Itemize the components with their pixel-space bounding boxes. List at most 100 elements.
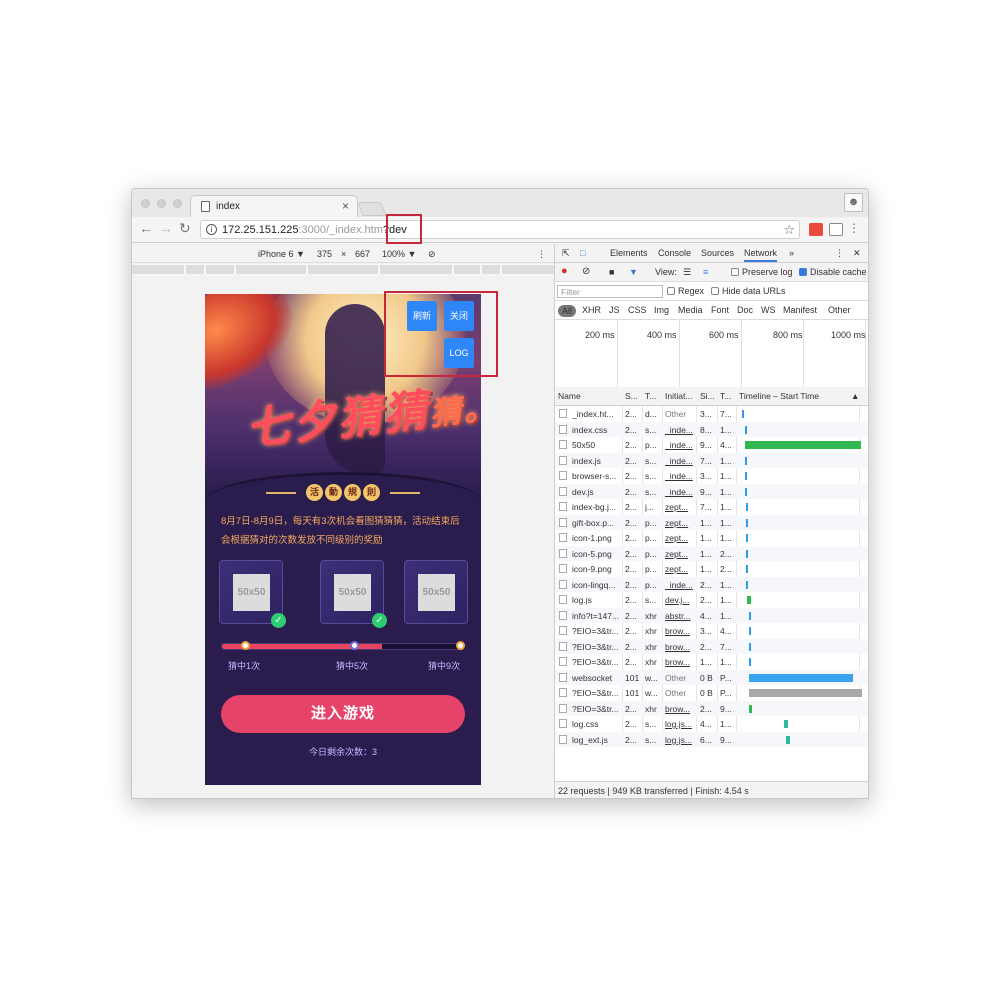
- tab-console[interactable]: Console: [658, 248, 691, 258]
- filter-type-all[interactable]: All: [558, 305, 577, 317]
- request-initiator[interactable]: _inde...: [665, 440, 695, 450]
- table-row[interactable]: icon-1.png 2... p... zept... 1... 1...: [555, 530, 868, 546]
- column-name[interactable]: Name: [558, 391, 581, 401]
- request-name[interactable]: icon-5.png: [572, 549, 622, 559]
- clear-icon[interactable]: ⊘: [582, 266, 590, 277]
- column-type[interactable]: T...: [645, 391, 656, 401]
- list-view-icon[interactable]: ☰: [683, 267, 691, 278]
- request-initiator[interactable]: brow...: [665, 657, 695, 667]
- tab-close-icon[interactable]: ×: [342, 199, 349, 213]
- devtools-close-icon[interactable]: ✕: [853, 248, 861, 259]
- tab-elements[interactable]: Elements: [610, 248, 648, 258]
- zoom-select[interactable]: 100% ▼: [382, 249, 416, 259]
- filter-type-ws[interactable]: WS: [761, 305, 776, 315]
- request-initiator[interactable]: brow...: [665, 626, 695, 636]
- table-row[interactable]: icon-lingq... 2... p... _inde... 2... 1...: [555, 576, 868, 592]
- request-name[interactable]: ?EIO=3&tr...: [572, 657, 622, 667]
- request-name[interactable]: ?EIO=3&tr...: [572, 642, 622, 652]
- filter-type-css[interactable]: CSS: [628, 305, 647, 315]
- filter-icon[interactable]: ▼: [629, 267, 638, 277]
- request-name[interactable]: index-bg.j...: [572, 502, 622, 512]
- request-name[interactable]: icon-9.png: [572, 564, 622, 574]
- request-name[interactable]: _index.ht...: [572, 409, 622, 419]
- table-row[interactable]: info?t=147... 2... xhr abstr... 4... 1...: [555, 607, 868, 623]
- device-toggle-icon[interactable]: □: [580, 248, 585, 258]
- rotate-icon[interactable]: ⊘: [428, 249, 436, 260]
- prize-card-3[interactable]: 50x50: [404, 560, 468, 624]
- bookmark-star-icon[interactable]: ☆: [783, 222, 795, 238]
- filter-type-manifest[interactable]: Manifest: [783, 305, 817, 315]
- request-name[interactable]: ?EIO=3&tr...: [572, 626, 622, 636]
- close-window-icon[interactable]: [141, 199, 150, 208]
- table-row[interactable]: ?EIO=3&tr... 101 w... Other 0 B P...: [555, 685, 868, 701]
- filter-type-font[interactable]: Font: [711, 305, 729, 315]
- request-name[interactable]: log_ext.js: [572, 735, 622, 745]
- qr-code-icon[interactable]: [829, 223, 843, 236]
- filter-type-js[interactable]: JS: [609, 305, 620, 315]
- back-icon[interactable]: ←: [139, 220, 153, 236]
- table-row[interactable]: websocket 101 w... Other 0 B P...: [555, 669, 868, 685]
- request-initiator[interactable]: log.js...: [665, 735, 695, 745]
- filter-type-doc[interactable]: Doc: [737, 305, 753, 315]
- request-initiator[interactable]: _inde...: [665, 580, 695, 590]
- request-name[interactable]: 50x50: [572, 440, 622, 450]
- filter-type-media[interactable]: Media: [678, 305, 703, 315]
- filter-type-other[interactable]: Other: [828, 305, 851, 315]
- inspect-icon[interactable]: ⇱: [562, 248, 570, 259]
- minimize-window-icon[interactable]: [157, 199, 166, 208]
- tab-index[interactable]: index ×: [190, 195, 358, 218]
- request-initiator[interactable]: brow...: [665, 642, 695, 652]
- disable-cache-checkbox[interactable]: Disable cache: [799, 267, 867, 277]
- zoom-window-icon[interactable]: [173, 199, 182, 208]
- tab-more[interactable]: »: [789, 248, 794, 258]
- request-initiator[interactable]: _inde...: [665, 471, 695, 481]
- table-row[interactable]: icon-9.png 2... p... zept... 1... 2...: [555, 561, 868, 577]
- table-row[interactable]: ?EIO=3&tr... 2... xhr brow... 1... 1...: [555, 654, 868, 670]
- device-height[interactable]: 667: [355, 249, 370, 259]
- request-initiator[interactable]: dev.j...: [665, 595, 695, 605]
- request-name[interactable]: info?t=147...: [572, 611, 622, 621]
- tab-sources[interactable]: Sources: [701, 248, 734, 258]
- request-name[interactable]: icon-lingq...: [572, 580, 622, 590]
- request-initiator[interactable]: _inde...: [665, 425, 695, 435]
- devtools-menu-icon[interactable]: ⋮: [835, 248, 844, 259]
- request-initiator[interactable]: _inde...: [665, 456, 695, 466]
- request-name[interactable]: icon-1.png: [572, 533, 622, 543]
- sort-ascending-icon[interactable]: ▲: [851, 391, 859, 401]
- table-row[interactable]: index.css 2... s... _inde... 8... 1...: [555, 421, 868, 437]
- request-initiator[interactable]: zept...: [665, 549, 695, 559]
- request-name[interactable]: dev.js: [572, 487, 622, 497]
- extension-icon[interactable]: [809, 223, 823, 236]
- table-row[interactable]: gift-box.p... 2... p... zept... 1... 1...: [555, 514, 868, 530]
- request-name[interactable]: log.css: [572, 719, 622, 729]
- table-row[interactable]: ?EIO=3&tr... 2... xhr brow... 3... 4...: [555, 623, 868, 639]
- table-row[interactable]: _index.ht... 2... d... Other 3... 7...: [555, 406, 868, 422]
- table-row[interactable]: ?EIO=3&tr... 2... xhr brow... 2... 9...: [555, 700, 868, 716]
- request-name[interactable]: browser-s...: [572, 471, 622, 481]
- table-row[interactable]: 50x50 2... p... _inde... 9... 4...: [555, 437, 868, 453]
- regex-checkbox[interactable]: Regex: [667, 286, 704, 296]
- request-name[interactable]: index.js: [572, 456, 622, 466]
- device-width[interactable]: 375: [317, 249, 332, 259]
- device-menu-icon[interactable]: ⋮: [537, 249, 546, 260]
- table-row[interactable]: log_ext.js 2... s... log.js... 6... 9...: [555, 731, 868, 747]
- waterfall-view-icon[interactable]: ≡: [703, 267, 708, 277]
- table-row[interactable]: index-bg.j... 2... j... zept... 7... 1...: [555, 499, 868, 515]
- hide-data-urls-checkbox[interactable]: Hide data URLs: [711, 286, 786, 296]
- request-initiator[interactable]: zept...: [665, 533, 695, 543]
- request-name[interactable]: websocket: [572, 673, 622, 683]
- request-initiator[interactable]: zept...: [665, 564, 695, 574]
- table-row[interactable]: ?EIO=3&tr... 2... xhr brow... 2... 7...: [555, 638, 868, 654]
- filter-type-img[interactable]: Img: [654, 305, 669, 315]
- request-name[interactable]: log.js: [572, 595, 622, 605]
- request-initiator[interactable]: zept...: [665, 518, 695, 528]
- request-initiator[interactable]: brow...: [665, 704, 695, 714]
- table-row[interactable]: browser-s... 2... s... _inde... 3... 1...: [555, 468, 868, 484]
- filter-input[interactable]: Filter: [557, 285, 663, 298]
- camera-icon[interactable]: ■: [609, 267, 614, 277]
- request-initiator[interactable]: _inde...: [665, 487, 695, 497]
- chrome-menu-icon[interactable]: ⋮: [848, 221, 860, 235]
- new-tab-button[interactable]: [357, 202, 387, 216]
- request-name[interactable]: ?EIO=3&tr...: [572, 704, 622, 714]
- request-initiator[interactable]: abstr...: [665, 611, 695, 621]
